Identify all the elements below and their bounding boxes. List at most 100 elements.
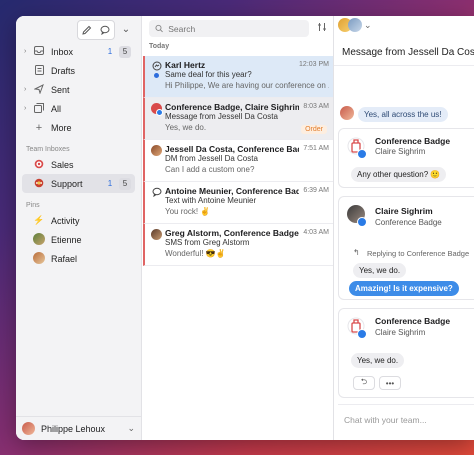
ellipsis-icon[interactable]: ••• [379,376,401,390]
unread-count-badge: 1 [107,179,113,188]
unread-dot [154,73,159,78]
avatar [32,251,46,266]
recipient-name: Conference Badge [375,218,442,227]
chevron-down-icon[interactable]: ⌄ [127,423,135,434]
sidebar-item-label: Support [51,178,83,189]
total-count-badge: 5 [119,177,131,190]
conversation-subject: Same deal for this year? [165,70,252,79]
conversation-time: 12:03 PM [299,61,329,68]
avatar [32,232,46,247]
conversation-subject: DM from Jessell Da Costa [165,154,258,163]
conversation-time: 8:03 AM [303,103,329,110]
conversation-name: Conference Badge, Claire Sighrim [165,101,300,112]
message-bubble: Amazing! Is it expensive? [349,281,459,296]
lightning-icon: ⚡ [33,215,45,225]
messenger-icon [151,61,162,72]
chat-input[interactable] [344,415,468,425]
messenger-badge-icon [357,149,367,159]
order-tag[interactable]: Order [301,125,327,134]
conversation-preview: Hi Philippe, We are having our conferenc… [165,81,329,90]
compose-group [77,20,115,40]
sidebar-item-label: Etienne [51,234,82,245]
conversation-name: Karl Hertz [165,59,206,70]
avatar [22,422,35,435]
list-item[interactable]: Greg Alstorm, Conference Badge 4:03 AM S… [143,224,333,266]
inbox-icon [32,46,46,57]
messenger-badge-icon [156,109,163,116]
message-bubble: Yes, we do. [351,353,405,368]
user-menu[interactable]: Philippe Lehoux ⌄ [16,416,141,440]
target-icon [32,159,46,171]
conversation-list: Today Karl Hertz 12:03 PM Same deal for … [143,16,334,440]
avatar [151,145,162,156]
user-name: Philippe Lehoux [41,423,106,434]
sidebar-item-drafts[interactable]: Drafts [22,61,135,80]
sidebar-item-more[interactable]: + More [22,118,135,137]
assignees[interactable]: ⌄ [338,18,372,32]
sent-icon [32,83,46,96]
message-card: Conference Badge Claire Sighrim Yes, we … [338,308,474,398]
chevron-down-icon[interactable]: ⌄ [364,20,372,31]
avatar [151,229,162,240]
conversation-subject: SMS from Greg Alstorm [165,238,250,247]
recipient-name: Claire Sighrim [375,147,426,156]
total-count-badge: 5 [119,45,131,58]
message-card: Conference Badge Claire Sighrim Any othe… [338,128,474,188]
sender-name: Conference Badge [375,136,451,146]
reply-arrow-icon: ↰ [353,248,360,257]
sidebar-item-etienne[interactable]: Etienne [22,230,135,249]
sidebar-item-activity[interactable]: ⚡ Activity [22,211,135,230]
conversation-preview: Wonderful! 😎✌ [165,249,226,258]
chevron-right-icon[interactable]: › [24,86,32,93]
filter-icon[interactable] [315,22,329,35]
sidebar-item-label: Drafts [51,65,76,76]
quoted-message: Yes, we do. [353,263,407,278]
list-item[interactable]: Conference Badge, Claire Sighrim 8:03 AM… [143,98,333,140]
support-icon [32,178,46,190]
plus-icon: + [35,121,43,134]
sidebar-item-sales[interactable]: Sales [22,155,135,174]
chevron-right-icon[interactable]: › [24,48,32,55]
recipient-name: Claire Sighrim [375,328,426,337]
conversation-time: 4:03 AM [303,229,329,236]
pencil-icon[interactable] [78,21,96,39]
chevron-right-icon[interactable]: › [24,105,32,112]
messenger-badge-icon [357,329,367,339]
sidebar-nav: › Inbox 1 5 Drafts › Sent › All + More T… [22,42,135,268]
conversation-time: 6:39 AM [303,187,329,194]
sidebar-item-inbox[interactable]: › Inbox 1 5 [22,42,135,61]
sidebar-item-label: All [51,103,62,114]
list-item[interactable]: Antoine Meunier, Conference Badge 6:39 A… [143,182,333,224]
list-item[interactable]: Karl Hertz 12:03 PM Same deal for this y… [143,56,333,98]
sidebar-item-all[interactable]: › All [22,99,135,118]
avatar [340,106,354,120]
sidebar-toolbar: ⌄ [77,20,135,40]
sidebar-item-rafael[interactable]: Rafael [22,249,135,268]
conversation-name: Antoine Meunier, Conference Badge [165,185,300,196]
conversation-preview: Can I add a custom one? [165,165,255,174]
chat-bubble-icon[interactable] [96,21,114,39]
sidebar-item-sent[interactable]: › Sent [22,80,135,99]
app-window: ⌄ › Inbox 1 5 Drafts › Sent › All + More… [16,16,474,440]
reply-icon[interactable]: ⮌ [353,376,375,390]
avatar [348,18,362,32]
chat-composer[interactable] [338,404,474,434]
search-box[interactable] [149,20,309,37]
sidebar-item-label: Rafael [51,253,78,264]
conversation-pane: ⌄ Message from Jessell Da Costa Yes, all… [334,16,474,440]
draft-icon [32,64,46,77]
conversation-subject: Text with Antoine Meunier [165,196,257,205]
sender-name: Claire Sighrim [375,206,433,216]
search-input[interactable] [168,23,309,34]
chevron-down-icon[interactable]: ⌄ [117,20,135,38]
sidebar-item-label: Sent [51,84,70,95]
sidebar-item-label: Activity [51,215,80,226]
sidebar-item-label: Sales [51,159,74,170]
unread-count-badge: 1 [107,47,113,56]
messenger-badge-icon [357,217,367,227]
list-item[interactable]: Jessell Da Costa, Conference Badge 7:51 … [143,140,333,182]
sidebar-item-support[interactable]: Support 1 5 [22,174,135,193]
sms-icon [151,187,162,198]
message-bubble: Any other question? 🙂 [351,167,447,182]
conversation-name: Jessell Da Costa, Conference Badge [165,143,300,154]
